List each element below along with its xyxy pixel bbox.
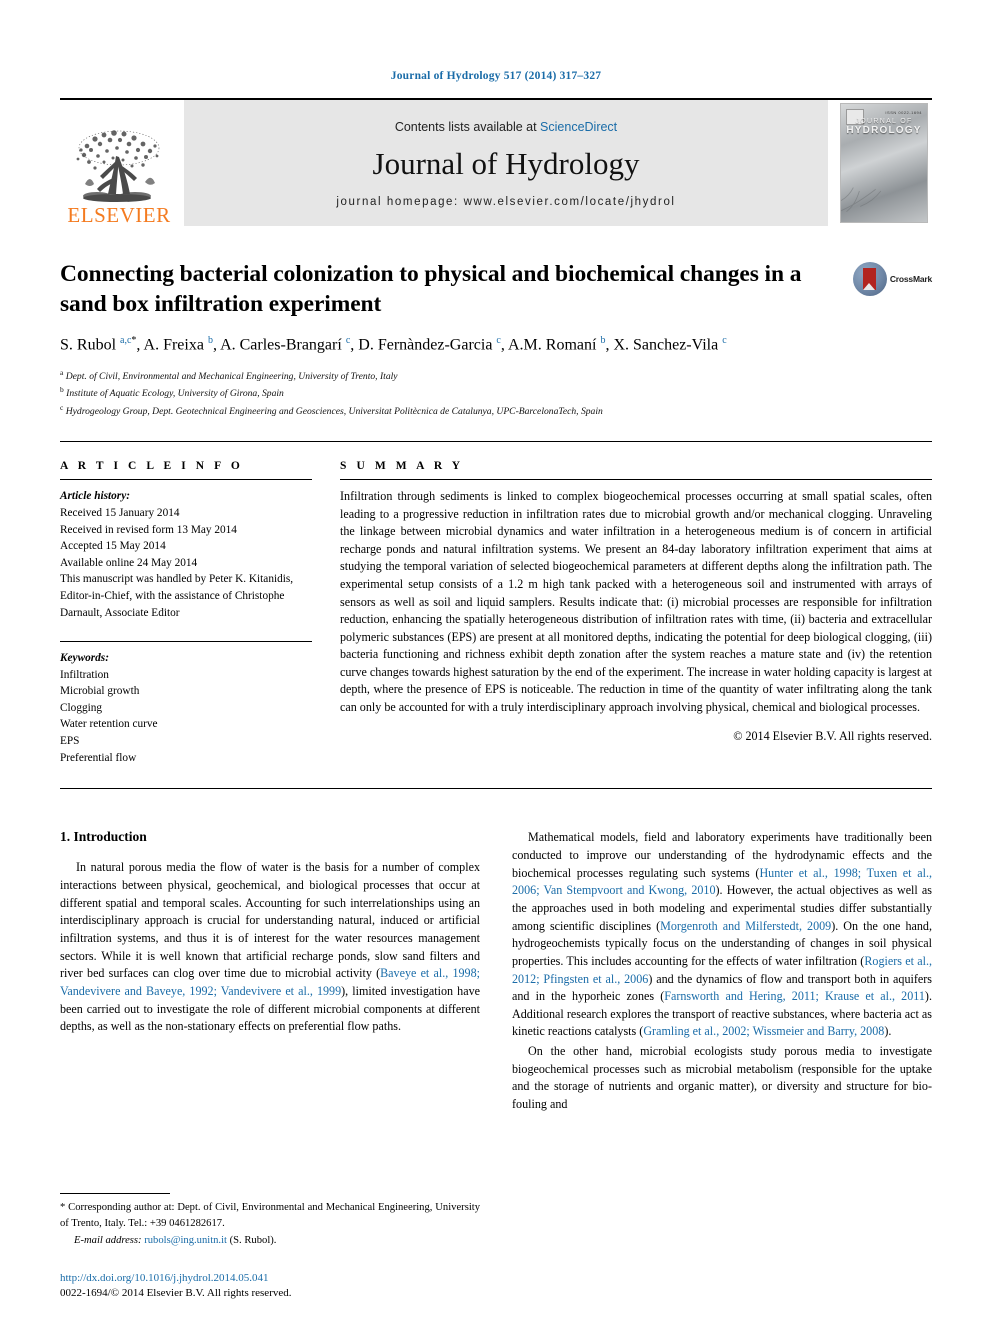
affiliation-list: a Dept. of Civil, Environmental and Mech…: [60, 367, 932, 420]
body-columns: 1. Introduction In natural porous media …: [60, 829, 932, 1116]
cover-branch-illustration: [841, 187, 882, 212]
cover-title-line1: JOURNAL OF: [855, 118, 913, 125]
article-history-item: Received in revised form 13 May 2014: [60, 523, 237, 536]
elsevier-logo: ELSEVIER: [60, 100, 178, 226]
keywords-label: Keywords:: [60, 652, 109, 665]
affiliation-text: Hydrogeology Group, Dept. Geotechnical E…: [65, 405, 603, 417]
keyword-item: Microbial growth: [60, 685, 140, 698]
running-head: Journal of Hydrology 517 (2014) 317–327: [390, 70, 602, 82]
email-label: E-mail address:: [74, 1234, 142, 1246]
cover-issn-code: ISSN 0022-1694: [885, 110, 922, 115]
footnote-block: * Corresponding author at: Dept. of Civi…: [60, 1193, 480, 1248]
journal-homepage-line[interactable]: journal homepage: www.elsevier.com/locat…: [336, 196, 675, 208]
abstract-copyright: © 2014 Elsevier B.V. All rights reserved…: [733, 729, 932, 744]
citation-link[interactable]: Gramling et al., 2002; Wissmeier and Bar…: [643, 1024, 884, 1038]
article-history-label: Article history:: [60, 490, 130, 503]
crossmark-icon: [852, 262, 887, 296]
contents-available-line: Contents lists available at ScienceDirec…: [395, 120, 617, 134]
cover-title-line2: HYDROLOGY: [846, 125, 922, 136]
paragraph-text: On the other hand, microbial ecologists …: [512, 1044, 932, 1112]
affiliation-text: Institute of Aquatic Ecology, University…: [66, 388, 284, 400]
citation-link[interactable]: Farnsworth and Hering, 2011; Krause et a…: [664, 989, 925, 1003]
article-history-item: Available online 24 May 2014: [60, 556, 198, 569]
summary-rule: [340, 479, 932, 481]
body-column-left: 1. Introduction In natural porous media …: [60, 829, 480, 1116]
abstract-bottom-rule: [60, 788, 932, 790]
crossmark-label: CrossMark: [889, 274, 932, 284]
email-suffix: (S. Rubol).: [229, 1234, 277, 1246]
article-history-item: Received 15 January 2014: [60, 506, 180, 519]
journal-masthead: ELSEVIER Contents lists available at Sci…: [60, 98, 932, 226]
imprint-block: http://dx.doi.org/10.1016/j.jhydrol.2014…: [60, 1271, 292, 1301]
article-info-heading: A R T I C L E I N F O: [60, 460, 244, 473]
abstract-text: Infiltration through sediments is linked…: [340, 489, 932, 714]
journal-title: Journal of Hydrology: [372, 145, 640, 181]
contents-prefix: Contents lists available at: [394, 119, 541, 134]
crossmark-book-shape: [863, 268, 877, 290]
article-info-rule: [60, 479, 312, 481]
sciencedirect-link[interactable]: ScienceDirect: [540, 120, 617, 134]
affiliation-text: Dept. of Civil, Environmental and Mechan…: [65, 370, 398, 382]
corresponding-author-note: * Corresponding author at: Dept. of Civi…: [60, 1202, 480, 1229]
summary-heading: S U M M A R Y: [340, 460, 464, 473]
issn-copyright-line: 0022-1694/© 2014 Elsevier B.V. All right…: [60, 1286, 292, 1299]
paragraph-text: ).: [884, 1024, 892, 1039]
doi-link[interactable]: http://dx.doi.org/10.1016/j.jhydrol.2014…: [60, 1271, 292, 1286]
article-info-column: A R T I C L E I N F O Article history: R…: [60, 460, 340, 766]
info-summary-row: A R T I C L E I N F O Article history: R…: [60, 460, 932, 766]
elsevier-wordmark: ELSEVIER: [67, 203, 171, 227]
body-paragraph: Mathematical models, field and laborator…: [512, 829, 932, 1041]
title-area: Connecting bacterial colonization to phy…: [60, 260, 932, 419]
body-paragraph: On the other hand, microbial ecologists …: [512, 1043, 932, 1114]
affiliation-mark: c: [60, 402, 64, 412]
page-title: Connecting bacterial colonization to phy…: [60, 261, 802, 317]
article-history-item: Accepted 15 May 2014: [60, 540, 166, 553]
citation-link[interactable]: Morgenroth and Milferstedt, 2009: [660, 919, 831, 933]
journal-article-page: Journal of Hydrology 517 (2014) 317–327: [0, 0, 992, 1323]
body-column-right: Mathematical models, field and laborator…: [512, 829, 932, 1116]
footnote-rule: [60, 1193, 170, 1195]
cover-title: JOURNAL OF HYDROLOGY: [841, 118, 927, 136]
journal-band: Contents lists available at ScienceDirec…: [184, 100, 828, 226]
affiliation-item: b Institute of Aquatic Ecology, Universi…: [60, 384, 932, 402]
keyword-item: Clogging: [60, 701, 103, 714]
keyword-item: Preferential flow: [60, 751, 137, 764]
keywords-rule: [60, 641, 312, 643]
paragraph-text: In natural porous media the flow of wate…: [60, 860, 480, 981]
email-link[interactable]: rubols@ing.unitn.it: [144, 1235, 227, 1246]
body-paragraph: In natural porous media the flow of wate…: [60, 859, 480, 1036]
keyword-item: Infiltration: [60, 668, 109, 681]
affiliation-item: a Dept. of Civil, Environmental and Mech…: [60, 367, 932, 385]
abstract-top-rule: [60, 441, 932, 443]
summary-column: S U M M A R Y Infiltration through sedim…: [340, 460, 932, 766]
section-title-introduction: 1. Introduction: [60, 829, 147, 845]
cover-image: ISSN 0022-1694 JOURNAL OF HYDROLOGY: [840, 103, 928, 223]
affiliation-mark: a: [60, 367, 64, 377]
crossmark-badge[interactable]: CrossMark: [852, 262, 932, 296]
journal-cover-thumbnail[interactable]: ISSN 0022-1694 JOURNAL OF HYDROLOGY: [836, 100, 932, 226]
affiliation-item: c Hydrogeology Group, Dept. Geotechnical…: [60, 402, 932, 420]
affiliation-mark: b: [60, 385, 64, 395]
keywords-block: Keywords: Infiltration Microbial growth …: [60, 641, 312, 766]
keyword-item: Water retention curve: [60, 718, 158, 731]
elsevier-tree-icon: [76, 130, 160, 202]
article-history-block: Article history: Received 15 January 201…: [60, 488, 312, 621]
author-list: S. Rubol a,c*, A. Freixa b, A. Carles-Br…: [60, 334, 727, 354]
article-handling-note: This manuscript was handled by Peter K. …: [60, 573, 294, 619]
email-note: E-mail address: rubols@ing.unitn.it (S. …: [60, 1233, 480, 1248]
keyword-item: EPS: [60, 735, 80, 748]
